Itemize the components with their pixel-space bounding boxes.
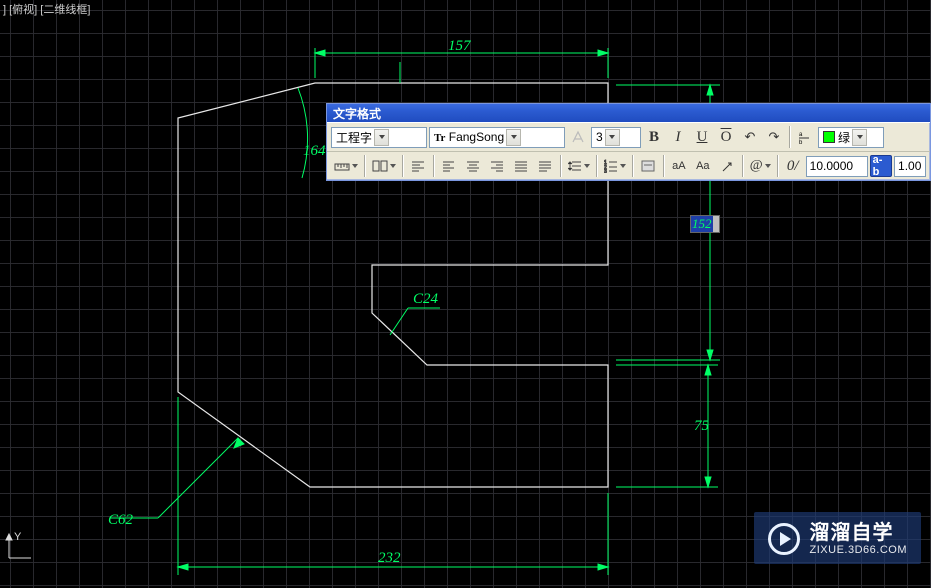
color-swatch <box>823 131 835 143</box>
toolbar-row-1: 工程字 Tr FangSong 3 B I U O ↶ ↷ ab 绿 <box>327 122 930 151</box>
columns-icon <box>372 159 388 173</box>
ruler-button[interactable] <box>331 155 360 177</box>
color-select[interactable]: 绿 <box>818 127 884 148</box>
toolbar-row-2: 123 aA Aa @ 0/ 10.0000 a-b 1.00 <box>327 151 930 180</box>
lowercase-button[interactable]: Aa <box>692 155 714 177</box>
arrow-icon <box>721 159 733 173</box>
align-center-button[interactable] <box>462 155 484 177</box>
inplace-text-editor[interactable]: 152 <box>690 215 720 233</box>
watermark-url: ZIXUE.3D66.COM <box>810 544 907 556</box>
columns-button[interactable] <box>369 155 398 177</box>
italic-button[interactable]: I <box>667 126 689 148</box>
toolbar-title[interactable]: 文字格式 <box>327 104 930 122</box>
chamfer-c62: C62 <box>108 512 134 528</box>
field-icon <box>641 159 655 173</box>
align-distribute-button[interactable] <box>534 155 556 177</box>
annotative-icon <box>567 126 589 148</box>
bold-button[interactable]: B <box>643 126 665 148</box>
oblique-button[interactable]: 0/ <box>782 155 804 177</box>
font-select[interactable]: Tr FangSong <box>429 127 565 148</box>
cad-canvas[interactable]: ] [俯视] [二维线框] <box>0 0 931 588</box>
align-right-button[interactable] <box>486 155 508 177</box>
para-align-left[interactable] <box>407 155 429 177</box>
linespacing-button[interactable] <box>565 155 592 177</box>
uppercase-button[interactable]: aA <box>668 155 690 177</box>
watermark: 溜溜自学 ZIXUE.3D66.COM <box>754 512 921 564</box>
tracking-input[interactable]: 10.0000 <box>806 156 868 177</box>
ruler-icon <box>334 159 350 173</box>
chamfer-c24: C24 <box>413 291 439 307</box>
undo-button[interactable]: ↶ <box>739 126 761 148</box>
dim-top: 157 <box>448 38 472 54</box>
svg-text:b: b <box>799 140 803 144</box>
play-icon <box>768 523 800 555</box>
stack-button[interactable]: ab <box>794 126 816 148</box>
width-toggle[interactable]: a-b <box>870 155 892 177</box>
redo-button[interactable]: ↷ <box>763 126 785 148</box>
svg-text:a: a <box>799 132 803 138</box>
text-format-toolbar: 文字格式 工程字 Tr FangSong 3 B I U O ↶ ↷ ab 绿 <box>326 103 931 181</box>
insert-field-button[interactable] <box>637 155 659 177</box>
numbering-button[interactable]: 123 <box>601 155 628 177</box>
dim-75: 75 <box>694 418 710 434</box>
numbering-icon: 123 <box>604 159 618 173</box>
stack-icon: ab <box>798 130 812 144</box>
inplace-text-value: 152 <box>691 216 713 232</box>
ucs-icon: Y <box>5 530 33 560</box>
font-size-select[interactable]: 3 <box>591 127 641 148</box>
drawing-layer: 157 164 75 232 C24 C62 <box>0 0 931 588</box>
symbol-button[interactable]: @ <box>747 155 773 177</box>
textstyle-select[interactable]: 工程字 <box>331 127 427 148</box>
align-justify-button[interactable] <box>510 155 532 177</box>
svg-text:Y: Y <box>14 531 22 543</box>
overline-button[interactable]: O <box>715 126 737 148</box>
linespacing-icon <box>568 159 582 173</box>
symbol-arrow-button[interactable] <box>716 155 738 177</box>
dim-bottom: 232 <box>378 550 401 566</box>
dim-164: 164 <box>303 143 326 159</box>
svg-text:3: 3 <box>604 169 607 173</box>
underline-button[interactable]: U <box>691 126 713 148</box>
width-input[interactable]: 1.00 <box>894 156 926 177</box>
align-left-button[interactable] <box>438 155 460 177</box>
watermark-name: 溜溜自学 <box>810 522 907 544</box>
